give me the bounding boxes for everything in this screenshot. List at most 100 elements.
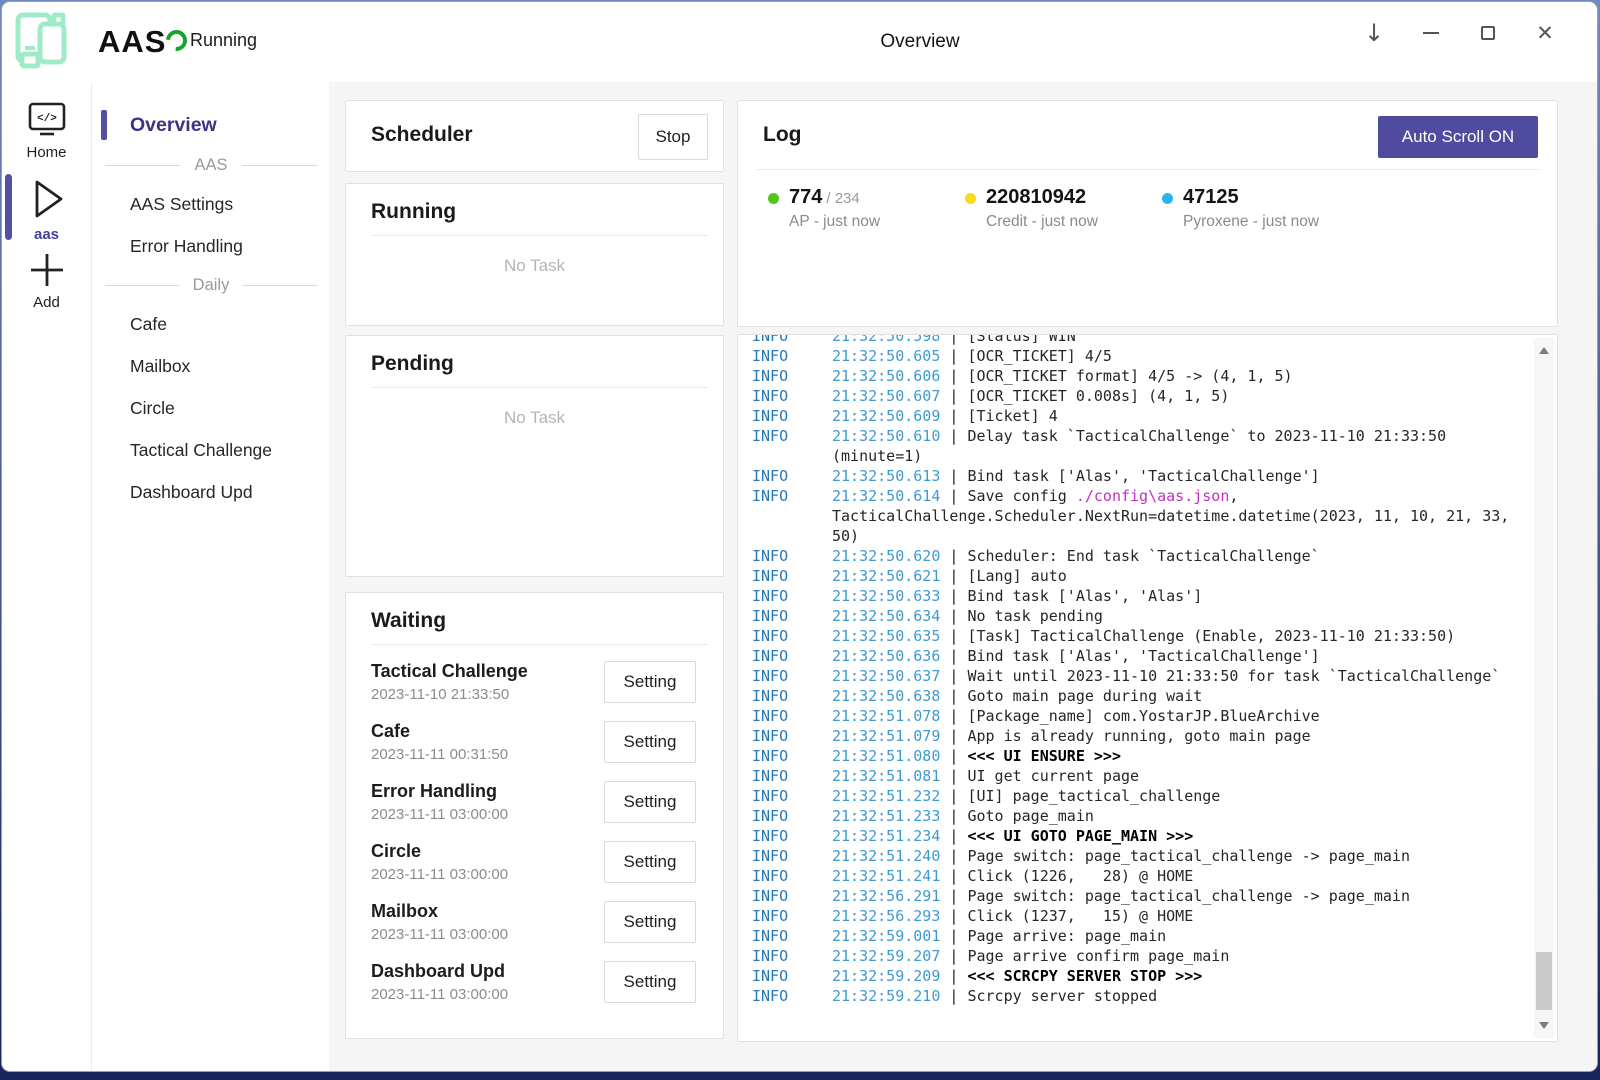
pending-title: Pending (371, 352, 723, 376)
scrollbar-down-arrow-icon[interactable] (1539, 1022, 1549, 1029)
task-setting-button[interactable]: Setting (604, 901, 696, 943)
app-name: AAS (98, 24, 166, 60)
rail-item-add[interactable]: Add (2, 250, 91, 311)
task-setting-button[interactable]: Setting (604, 961, 696, 1003)
task-setting-button[interactable]: Setting (604, 721, 696, 763)
divider (371, 387, 708, 388)
log-separator: | (940, 947, 967, 965)
log-text: Click (1226, 28) @ HOME (967, 867, 1193, 885)
log-scrollbar[interactable] (1534, 338, 1554, 1038)
task-setting-button[interactable]: Setting (604, 661, 696, 703)
stat-dot-ap (768, 193, 779, 204)
log-timestamp: 21:32:51.080 (832, 747, 940, 765)
app-window: AAS Running Overview ↓ ✕ </> Home (1, 1, 1598, 1072)
log-timestamp: 21:32:50.606 (832, 367, 940, 385)
log-timestamp: 21:32:50.609 (832, 407, 940, 425)
log-timestamp: 21:32:50.637 (832, 667, 940, 685)
log-level: INFO (752, 686, 832, 706)
nav-item-tactical-challenge[interactable]: Tactical Challenge (93, 429, 329, 471)
nav-active-indicator (101, 110, 107, 140)
log-level: INFO (752, 546, 832, 566)
minimize-icon[interactable] (1419, 21, 1443, 45)
log-message: 21:32:50.609 | [Ticket] 4 (832, 406, 1512, 426)
running-empty-text: No Task (346, 256, 723, 276)
log-level: INFO (752, 606, 832, 626)
log-text: [Ticket] 4 (967, 407, 1057, 425)
waiting-task-row-cafe: Cafe2023-11-11 00:31:50Setting (346, 712, 723, 772)
task-info: Tactical Challenge2023-11-10 21:33:50 (371, 661, 604, 703)
log-message: 21:32:51.080 | <<< UI ENSURE >>> (832, 746, 1512, 766)
log-level: INFO (752, 666, 832, 686)
nav-item-cafe[interactable]: Cafe (93, 303, 329, 345)
task-setting-button[interactable]: Setting (604, 781, 696, 823)
page-title: Overview (880, 31, 959, 53)
waiting-task-row-tactical-challenge: Tactical Challenge2023-11-10 21:33:50Set… (346, 652, 723, 712)
log-timestamp: 21:32:50.620 (832, 547, 940, 565)
log-text: Click (1237, 15) @ HOME (967, 907, 1193, 925)
log-separator: | (940, 667, 967, 685)
log-timestamp: 21:32:59.209 (832, 967, 940, 985)
scheduler-stop-button[interactable]: Stop (638, 114, 708, 160)
log-emphasis: <<< UI ENSURE >>> (967, 747, 1121, 765)
nav-item-label: AAS Settings (130, 194, 233, 215)
log-text: [UI] page_tactical_challenge (967, 787, 1220, 805)
scheduler-title: Scheduler (371, 123, 473, 147)
log-level: INFO (752, 426, 832, 466)
log-timestamp: 21:32:50.633 (832, 587, 940, 605)
running-title: Running (371, 200, 723, 224)
maximize-icon[interactable] (1476, 21, 1500, 45)
rail-item-aas[interactable]: aas (2, 176, 91, 243)
log-message: 21:32:51.234 | <<< UI GOTO PAGE_MAIN >>> (832, 826, 1512, 846)
scrollbar-thumb[interactable] (1536, 952, 1552, 1010)
pending-card: Pending No Task (345, 335, 724, 577)
log-message: 21:32:50.634 | No task pending (832, 606, 1512, 626)
log-path: ./config\aas.json (1076, 487, 1230, 505)
stat-suffix: / 234 (826, 190, 859, 207)
scrollbar-up-arrow-icon[interactable] (1539, 347, 1549, 354)
log-timestamp: 21:32:59.001 (832, 927, 940, 945)
log-timestamp: 21:32:51.240 (832, 847, 940, 865)
stat-value: 47125 (1183, 186, 1319, 209)
task-name: Tactical Challenge (371, 661, 604, 682)
log-separator: | (940, 687, 967, 705)
log-line: INFO21:32:51.079 | App is already runnin… (752, 726, 1517, 746)
log-level: INFO (752, 386, 832, 406)
log-level: INFO (752, 966, 832, 986)
divider-line (105, 165, 180, 166)
nav-item-overview[interactable]: Overview (93, 103, 329, 147)
log-level: INFO (752, 335, 832, 346)
rail-item-home[interactable]: </> Home (2, 100, 91, 161)
log-scroll-area[interactable]: INFO21:32:50.598 | [Status] WININFO21:32… (752, 335, 1517, 1037)
log-text: [Task] TacticalChallenge (Enable, 2023-1… (967, 627, 1455, 645)
stat-label: Pyroxene - just now (1183, 213, 1319, 231)
nav-item-circle[interactable]: Circle (93, 387, 329, 429)
svg-text:</>: </> (37, 113, 57, 125)
collapse-arrow-icon[interactable]: ↓ (1362, 21, 1386, 45)
nav-item-mailbox[interactable]: Mailbox (93, 345, 329, 387)
nav-item-label: Overview (130, 114, 217, 137)
nav-item-dashboard-upd[interactable]: Dashboard Upd (93, 471, 329, 513)
running-card: Running No Task (345, 183, 724, 326)
log-message: 21:32:50.633 | Bind task ['Alas', 'Alas'… (832, 586, 1512, 606)
log-message: 21:32:56.291 | Page switch: page_tactica… (832, 886, 1512, 906)
log-line: INFO21:32:59.209 | <<< SCRCPY SERVER STO… (752, 966, 1517, 986)
log-line: INFO21:32:50.609 | [Ticket] 4 (752, 406, 1517, 426)
log-timestamp: 21:32:50.636 (832, 647, 940, 665)
divider-line (242, 165, 317, 166)
nav-item-error-handling[interactable]: Error Handling (93, 225, 329, 267)
divider-label: AAS (194, 156, 227, 175)
close-icon[interactable]: ✕ (1533, 21, 1557, 45)
task-setting-button[interactable]: Setting (604, 841, 696, 883)
log-separator: | (940, 587, 967, 605)
stat-dot-credit (965, 193, 976, 204)
nav-item-aas-settings[interactable]: AAS Settings (93, 183, 329, 225)
log-separator: | (940, 807, 967, 825)
stat-text: 47125 Pyroxene - just now (1183, 186, 1319, 231)
nav-divider-daily: Daily (93, 267, 329, 303)
task-name: Error Handling (371, 781, 604, 802)
log-message: 21:32:51.081 | UI get current page (832, 766, 1512, 786)
log-level: INFO (752, 346, 832, 366)
log-output-panel: INFO21:32:50.598 | [Status] WININFO21:32… (737, 334, 1558, 1042)
auto-scroll-button[interactable]: Auto Scroll ON (1378, 116, 1538, 158)
rail-label-aas: aas (34, 226, 59, 243)
